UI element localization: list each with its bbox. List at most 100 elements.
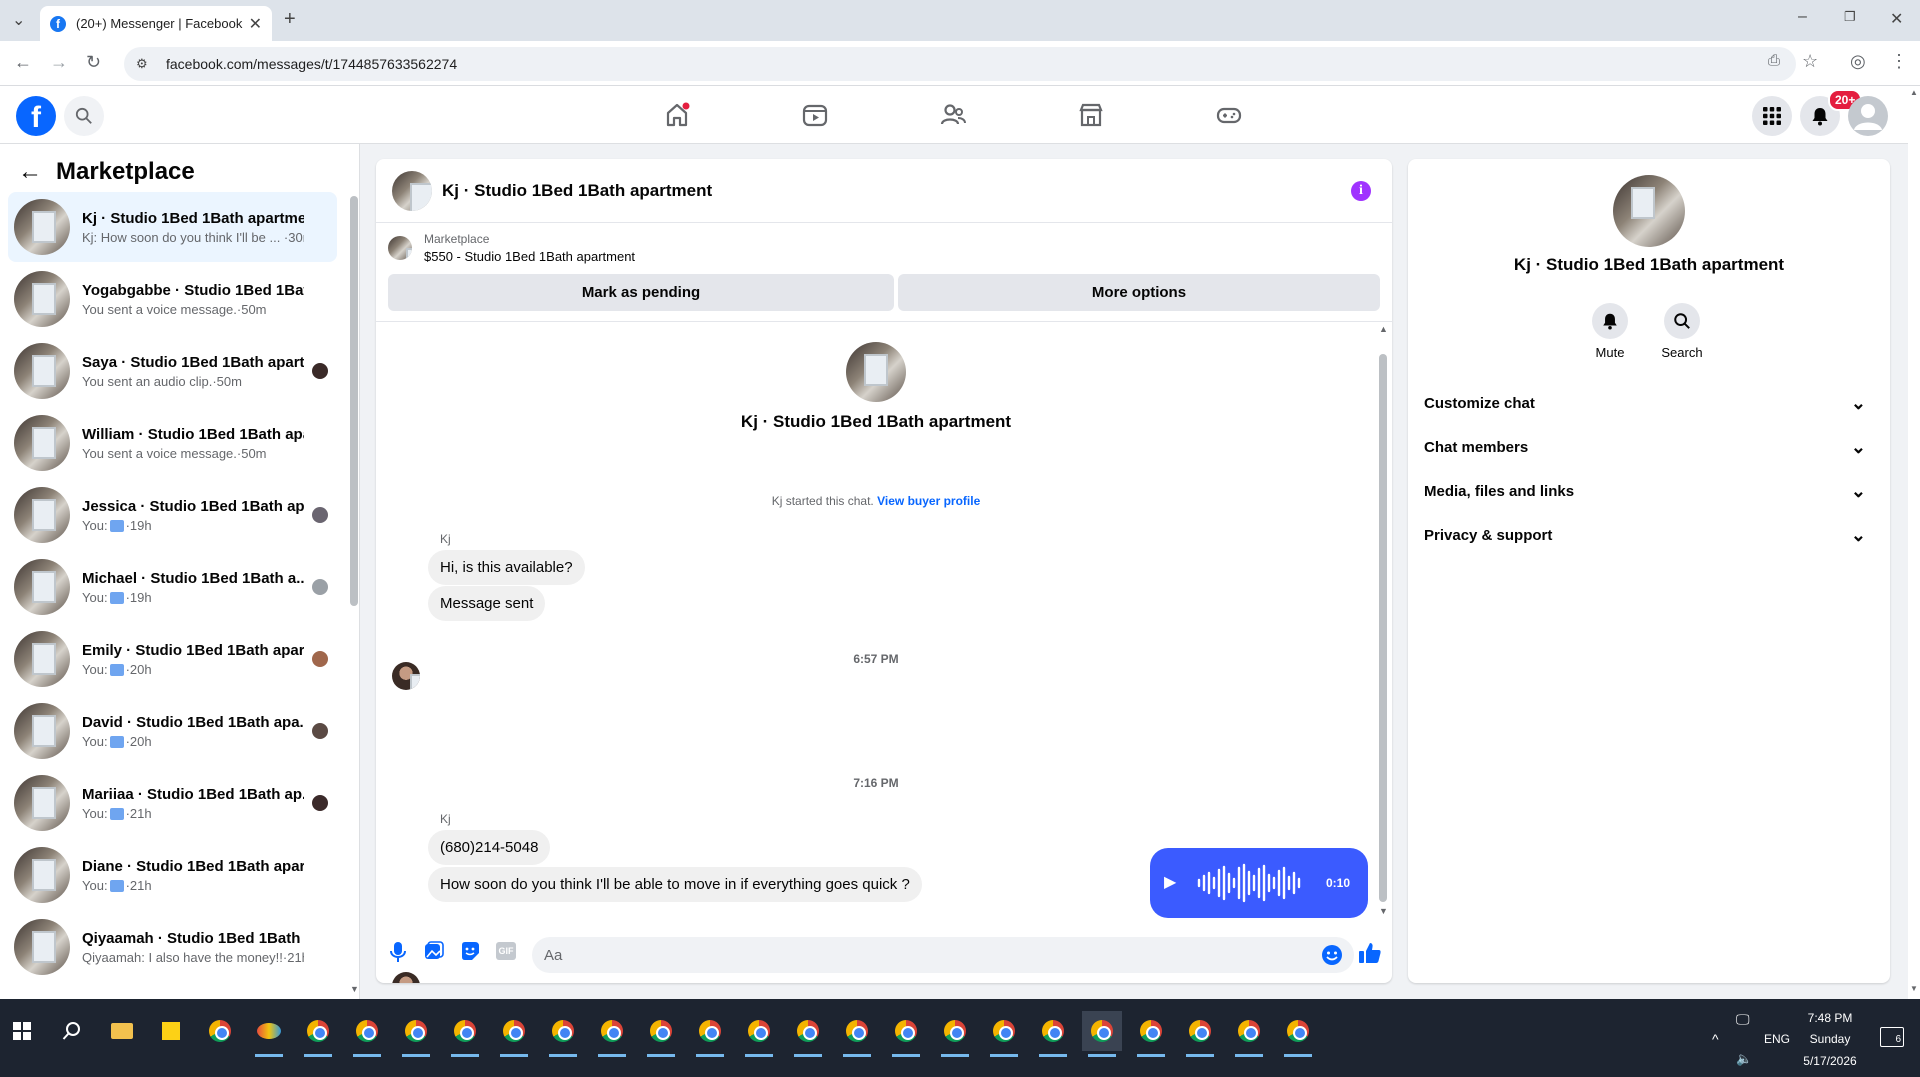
action-center-icon[interactable]: 6 (1880, 1027, 1904, 1047)
minimize-icon[interactable]: – (1798, 8, 1807, 26)
message-bubble[interactable]: How soon do you think I'll be able to mo… (428, 867, 922, 902)
chrome-window-icon[interactable] (200, 1011, 240, 1051)
clock-day[interactable]: Sunday (1800, 1032, 1860, 1046)
new-tab-button[interactable]: + (284, 8, 296, 31)
info-section[interactable]: Chat members ⌄ (1424, 425, 1874, 469)
account-button[interactable] (1848, 96, 1888, 136)
chrome-menu-icon[interactable]: ⋮ (1890, 51, 1908, 72)
conversation-item[interactable]: Qiyaamah · Studio 1Bed 1Bath a... Qiyaama… (8, 912, 337, 982)
chrome-window-icon[interactable] (298, 1011, 338, 1057)
sticker-button[interactable] (460, 941, 480, 966)
info-icon[interactable]: i (1351, 181, 1371, 201)
language-indicator[interactable]: ENG (1764, 1032, 1790, 1046)
conversation-item[interactable]: Yogabgabbe · Studio 1Bed 1Bath... You sen… (8, 264, 337, 334)
paint-icon[interactable] (249, 1011, 289, 1057)
message-input[interactable]: Aa (532, 937, 1354, 973)
send-like-button[interactable] (1358, 941, 1382, 970)
back-arrow-icon[interactable]: ← (18, 158, 42, 186)
profile-icon[interactable]: ◎ (1850, 51, 1866, 72)
site-info-icon[interactable]: ⚙ (136, 56, 152, 72)
chrome-window-icon[interactable] (347, 1011, 387, 1057)
chrome-window-icon[interactable] (984, 1011, 1024, 1057)
attach-photo-button[interactable] (424, 941, 444, 966)
sidebar-scrollbar[interactable] (350, 196, 358, 606)
conversation-item[interactable]: Diane · Studio 1Bed 1Bath apart... You: ·2… (8, 840, 337, 910)
voice-message[interactable]: ▶ 0:10 (1150, 848, 1368, 918)
forward-icon[interactable]: → (50, 52, 68, 73)
volume-icon[interactable]: 🔈 (1736, 1051, 1752, 1067)
address-bar[interactable]: ⚙ facebook.com/messages/t/17448576335622… (124, 47, 1796, 81)
network-icon[interactable]: 🖵 (1736, 1011, 1750, 1028)
more-options-button[interactable]: More options (898, 274, 1380, 311)
page-scrollbar[interactable]: ▲ ▼ (1908, 86, 1920, 999)
chrome-window-icon[interactable] (396, 1011, 436, 1057)
browser-tab[interactable]: f (20+) Messenger | Facebook ✕ (40, 6, 272, 41)
bookmark-star-icon[interactable]: ☆ (1802, 51, 1818, 72)
clock-date[interactable]: 5/17/2026 (1800, 1054, 1860, 1068)
chrome-window-icon[interactable] (592, 1011, 632, 1057)
chrome-window-icon[interactable] (1082, 1011, 1122, 1057)
emoji-button[interactable] (1321, 944, 1343, 971)
conversation-item[interactable]: Emily · Studio 1Bed 1Bath apar... You: ·20… (8, 624, 337, 694)
chat-header[interactable]: Kj · Studio 1Bed 1Bath apartment (376, 159, 1392, 223)
message-bubble[interactable]: Message sent (428, 586, 546, 621)
conversation-item[interactable]: Mariiaa · Studio 1Bed 1Bath ap... You: ·21… (8, 768, 337, 838)
page-scroll-up-icon[interactable]: ▲ (1910, 88, 1918, 97)
file-explorer-icon[interactable] (102, 1011, 142, 1051)
close-window-icon[interactable]: ✕ (1890, 9, 1903, 29)
chrome-window-icon[interactable] (1278, 1011, 1318, 1057)
play-icon[interactable]: ▶ (1164, 872, 1176, 892)
conversation-item[interactable]: David · Studio 1Bed 1Bath apa... You: ·20h (8, 696, 337, 766)
search-in-chat-button[interactable] (1664, 303, 1700, 339)
show-hidden-icons[interactable]: ^ (1712, 1031, 1719, 1047)
conversation-item[interactable]: Michael · Studio 1Bed 1Bath a... You: ·19h (8, 552, 337, 622)
chrome-window-icon[interactable] (445, 1011, 485, 1057)
chat-scroll-up-icon[interactable]: ▲ (1379, 324, 1388, 334)
page-scroll-down-icon[interactable]: ▼ (1910, 984, 1918, 993)
clock-time[interactable]: 7:48 PM (1800, 1011, 1860, 1025)
info-section[interactable]: Customize chat ⌄ (1424, 381, 1874, 425)
chrome-window-icon[interactable] (641, 1011, 681, 1057)
facebook-logo[interactable]: f (16, 96, 56, 136)
chrome-window-icon[interactable] (1033, 1011, 1073, 1057)
conversation-item[interactable]: Saya · Studio 1Bed 1Bath apart... You sen… (8, 336, 337, 406)
mark-as-pending-button[interactable]: Mark as pending (388, 274, 894, 311)
view-buyer-profile-link[interactable]: View buyer profile (877, 494, 980, 508)
facebook-search-button[interactable] (64, 96, 104, 136)
chat-title[interactable]: Kj · Studio 1Bed 1Bath apartment (442, 181, 712, 201)
tab-search-icon[interactable]: ⌄ (12, 10, 25, 30)
menu-button[interactable] (1752, 96, 1792, 136)
listing-summary[interactable]: Marketplace $550 - Studio 1Bed 1Bath apa… (388, 232, 635, 264)
chrome-window-icon[interactable] (1131, 1011, 1171, 1057)
restore-icon[interactable]: ❐ (1844, 9, 1856, 25)
nav-marketplace[interactable] (1041, 90, 1141, 140)
chrome-window-icon[interactable] (739, 1011, 779, 1057)
chrome-window-icon[interactable] (788, 1011, 828, 1057)
back-icon[interactable]: ← (14, 52, 32, 73)
chat-scrollbar[interactable] (1379, 354, 1387, 902)
close-tab-icon[interactable]: ✕ (249, 14, 262, 34)
sticky-notes-icon[interactable] (151, 1011, 191, 1051)
conversation-item[interactable]: Jessica · Studio 1Bed 1Bath ap... You: ·19… (8, 480, 337, 550)
nav-friends[interactable] (903, 90, 1003, 140)
install-app-icon[interactable]: ⎙ (1768, 52, 1780, 69)
nav-home[interactable] (627, 90, 727, 140)
chat-scroll-down-icon[interactable]: ▼ (1379, 906, 1388, 916)
chrome-window-icon[interactable] (837, 1011, 877, 1057)
chrome-window-icon[interactable] (690, 1011, 730, 1057)
message-bubble[interactable]: (680)214-5048 (428, 830, 551, 865)
gif-icon[interactable]: GIF (496, 942, 516, 960)
reload-icon[interactable]: ↻ (86, 52, 101, 73)
chrome-window-icon[interactable] (1180, 1011, 1220, 1057)
scroll-down-icon[interactable]: ▼ (350, 984, 359, 994)
conversation-item[interactable]: William · Studio 1Bed 1Bath apar... You s… (8, 408, 337, 478)
nav-video[interactable] (765, 90, 865, 140)
chrome-window-icon[interactable] (543, 1011, 583, 1057)
info-section[interactable]: Media, files and links ⌄ (1424, 469, 1874, 513)
info-section[interactable]: Privacy & support ⌄ (1424, 513, 1874, 557)
conversation-item[interactable]: Kj · Studio 1Bed 1Bath apartment Kj: How … (8, 192, 337, 262)
chrome-window-icon[interactable] (1229, 1011, 1269, 1057)
chrome-window-icon[interactable] (494, 1011, 534, 1057)
microphone-button[interactable] (388, 941, 408, 968)
nav-gaming[interactable] (1179, 90, 1279, 140)
